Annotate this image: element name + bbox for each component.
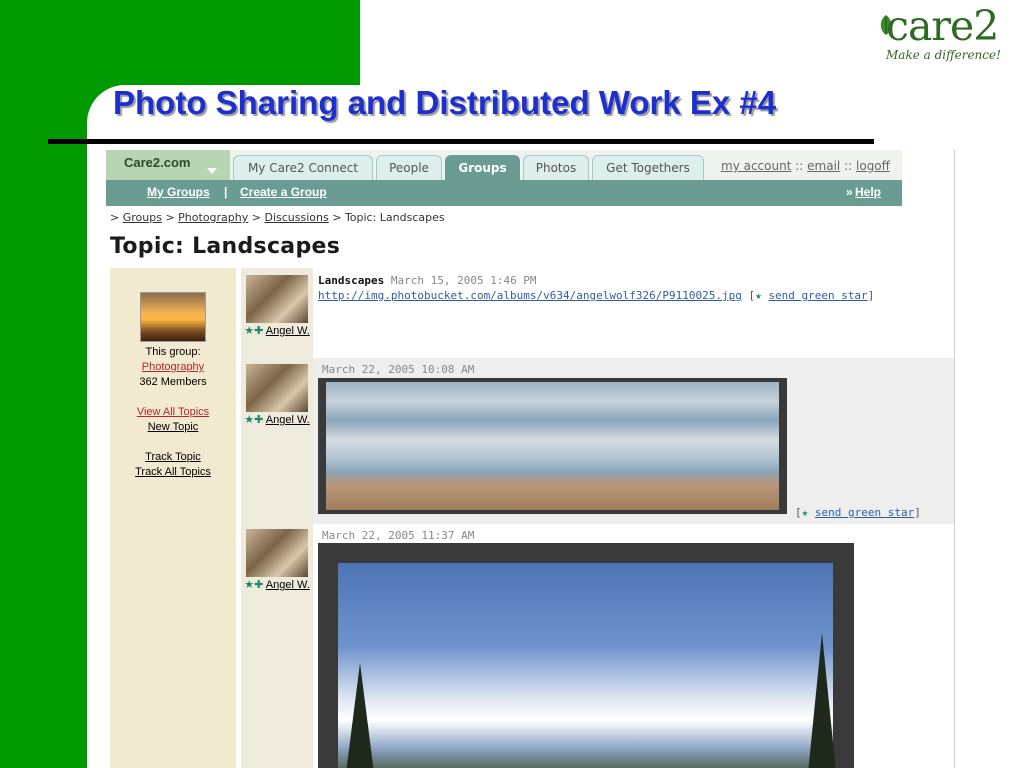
green-star-icon: ★ xyxy=(801,506,809,519)
author-link[interactable]: Angel W. xyxy=(266,414,310,426)
author-link[interactable]: Angel W. xyxy=(266,325,310,337)
photo-image xyxy=(338,563,836,768)
breadcrumb-groups[interactable]: Groups xyxy=(123,211,162,224)
account-links: my account :: email :: logoff xyxy=(721,159,890,173)
track-topic-link[interactable]: Track Topic xyxy=(145,451,201,463)
site-brand: Care2.com xyxy=(124,155,191,170)
tab-people[interactable]: People xyxy=(376,155,442,180)
care2-groups-screenshot: Care2.com My Care2 Connect People Groups… xyxy=(106,150,955,768)
logo-wordmark: care2 xyxy=(886,2,999,50)
tree-silhouette xyxy=(346,663,374,768)
tree-silhouette xyxy=(808,633,836,768)
logoff-link[interactable]: logoff xyxy=(856,159,890,173)
send-green-star-link[interactable]: send green star xyxy=(815,506,914,519)
email-link[interactable]: email xyxy=(807,159,840,173)
track-all-topics-link[interactable]: Track All Topics xyxy=(135,466,211,478)
my-groups-link[interactable]: My Groups xyxy=(147,185,210,199)
post-title: Landscapes xyxy=(318,274,385,287)
member-count: 362 Members xyxy=(139,376,207,388)
photo-image xyxy=(326,382,779,510)
logo-tagline: Make a difference! xyxy=(886,48,1001,62)
breadcrumb-sep: > xyxy=(165,211,175,224)
breadcrumb-discussions[interactable]: Discussions xyxy=(264,211,328,224)
title-underline xyxy=(48,139,874,144)
care2-logo: care2 Make a difference! xyxy=(874,2,1009,68)
breadcrumb-sep: > xyxy=(251,211,261,224)
breadcrumb-current: Topic: Landscapes xyxy=(344,211,445,224)
post-date: March 15, 2005 1:46 PM xyxy=(390,274,537,287)
breadcrumb-sep: > xyxy=(332,211,342,224)
post-author: ★✚ Angel W. xyxy=(241,578,313,593)
photo-url-link[interactable]: http://img.photobucket.com/albums/v634/a… xyxy=(318,289,742,302)
post: March 22, 2005 10:08 AM [★ send green st… xyxy=(313,358,954,524)
green-star-icon: ★ xyxy=(755,289,762,302)
breadcrumb-sep: > xyxy=(110,211,120,224)
top-tab-bar: Care2.com My Care2 Connect People Groups… xyxy=(106,150,902,180)
account-sep: :: xyxy=(844,159,853,173)
author-column xyxy=(241,268,313,768)
post: March 22, 2005 11:37 AM xyxy=(313,524,954,768)
post-heading: Landscapes March 15, 2005 1:46 PM xyxy=(318,274,537,287)
site-brand-menu[interactable]: Care2.com xyxy=(106,150,230,180)
post: Landscapes March 15, 2005 1:46 PM http:/… xyxy=(313,268,954,358)
group-name-link[interactable]: Photography xyxy=(142,361,204,373)
landscape-photo[interactable] xyxy=(318,378,787,514)
this-group-label: This group: xyxy=(145,346,201,358)
tab-photos[interactable]: Photos xyxy=(523,155,589,180)
tab-my-care2-connect[interactable]: My Care2 Connect xyxy=(233,155,373,180)
help-link[interactable]: Help xyxy=(855,185,881,199)
green-star-icon: ★✚ xyxy=(244,579,264,591)
avatar[interactable] xyxy=(246,275,308,323)
my-account-link[interactable]: my account xyxy=(721,159,791,173)
tab-get-togethers[interactable]: Get Togethers xyxy=(592,155,704,180)
post-date: March 22, 2005 11:37 AM xyxy=(322,529,475,542)
author-link[interactable]: Angel W. xyxy=(266,579,310,591)
post-actions: [★ send green star] xyxy=(795,506,921,519)
create-group-link[interactable]: Create a Group xyxy=(240,185,327,199)
post-author: ★✚ Angel W. xyxy=(241,324,313,339)
new-topic-link[interactable]: New Topic xyxy=(148,421,199,433)
landscape-photo[interactable] xyxy=(318,543,854,768)
post-date: March 22, 2005 10:08 AM xyxy=(322,363,475,376)
breadcrumb-photography[interactable]: Photography xyxy=(178,211,248,224)
avatar[interactable] xyxy=(246,364,308,412)
page-title: Topic: Landscapes xyxy=(110,234,341,259)
avatar[interactable] xyxy=(246,529,308,577)
subnav-separator: | xyxy=(224,185,228,199)
chevron-down-icon xyxy=(207,168,217,174)
group-sidebar: This group: Photography 362 Members View… xyxy=(110,268,236,768)
view-all-topics-link[interactable]: View All Topics xyxy=(137,406,209,418)
send-green-star-link[interactable]: send green star xyxy=(768,289,867,302)
account-sep: :: xyxy=(795,159,804,173)
green-star-icon: ★✚ xyxy=(244,325,264,337)
tab-groups[interactable]: Groups xyxy=(445,155,520,180)
green-star-icon: ★✚ xyxy=(244,414,264,426)
help-prefix: » xyxy=(846,185,853,199)
groups-subnav: My Groups | Create a Group » Help xyxy=(106,180,902,206)
breadcrumb: > Groups > Photography > Discussions > T… xyxy=(110,211,445,224)
group-thumbnail[interactable] xyxy=(140,292,206,342)
post-link-row: http://img.photobucket.com/albums/v634/a… xyxy=(318,289,875,302)
post-author: ★✚ Angel W. xyxy=(241,413,313,428)
slide-title: Photo Sharing and Distributed Work Ex #4 xyxy=(113,84,777,121)
